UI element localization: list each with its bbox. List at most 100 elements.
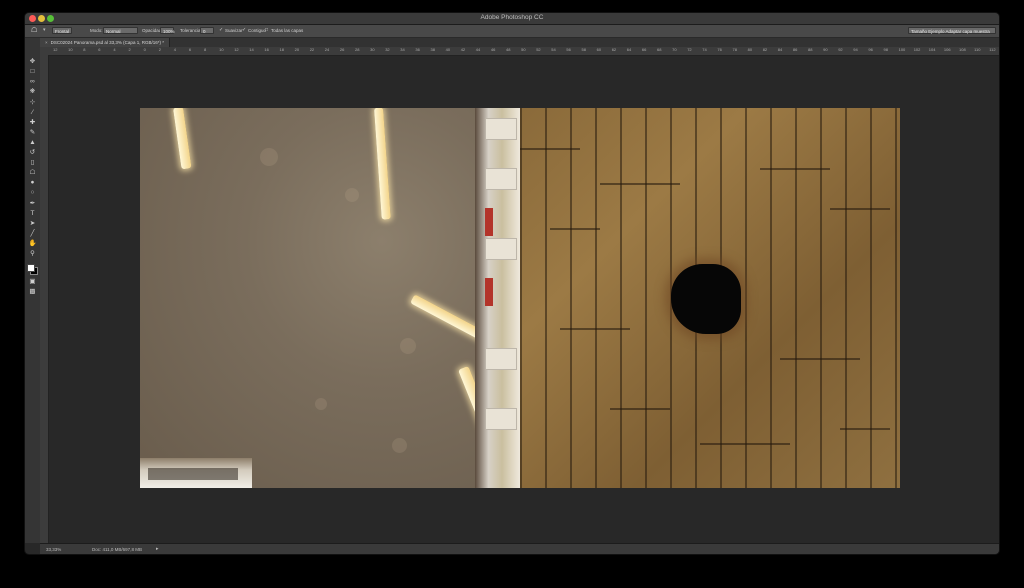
- ruler-corner[interactable]: [40, 47, 49, 55]
- ruler-tick-label: 112: [989, 47, 996, 52]
- history-brush-icon[interactable]: ↺: [28, 149, 37, 157]
- workspace-select[interactable]: Tamaño Ejemplo Adaptar capa muestra: [908, 27, 996, 34]
- ruler-tick-label: 98: [883, 47, 888, 52]
- ruler-tick-label: 46: [490, 47, 496, 52]
- zoom-level[interactable]: 33,33%: [46, 547, 61, 552]
- building-facade: [475, 108, 520, 488]
- facade-window: [485, 238, 517, 260]
- ruler-tick-label: 18: [279, 47, 284, 52]
- ruler-tick-label: 102: [913, 47, 921, 52]
- zoom-icon[interactable]: ⚲: [28, 250, 37, 258]
- ruler-tick-label: 28: [355, 47, 360, 52]
- ruler-tick-label: 8: [204, 47, 207, 52]
- ruler-tick-label: 90: [823, 47, 828, 52]
- ruler-tick-label: 104: [928, 47, 936, 52]
- ruler-tick-label: 30: [370, 47, 375, 52]
- opacity-input[interactable]: 100%: [160, 27, 175, 34]
- plank-seam: [610, 408, 670, 410]
- quick-mask-icon[interactable]: ▣: [28, 278, 37, 286]
- plank-seam: [840, 428, 890, 430]
- contiguo-checkbox[interactable]: ✓: [242, 27, 246, 33]
- pen-icon[interactable]: ✒: [28, 200, 37, 208]
- paint-bucket-icon[interactable]: ☖: [28, 169, 37, 177]
- horizontal-ruler[interactable]: 12 10 8 6 4 2 0 2 4 6 8 10 12 14 16 18 20 22 24 26 28 30 32 34 3…: [49, 47, 999, 56]
- ruler-tick-label: 70: [672, 47, 677, 52]
- blur-icon[interactable]: ●: [28, 179, 37, 187]
- crop-icon[interactable]: ⊹: [28, 99, 37, 107]
- boat-shadow: [148, 468, 238, 480]
- ruler-tick-label: 106: [943, 47, 951, 52]
- ruler-tick-label: 6: [188, 47, 192, 52]
- move-icon[interactable]: ✥: [28, 58, 37, 66]
- ruler-tick-label: 42: [460, 47, 466, 52]
- facade-window: [485, 408, 517, 430]
- todas-capas-checkbox[interactable]: □: [265, 27, 268, 33]
- path-select-icon[interactable]: ➤: [28, 220, 37, 228]
- contiguo-label: Contiguo: [248, 28, 267, 33]
- reflection-area: [140, 108, 485, 488]
- ruler-tick-label: 110: [974, 47, 981, 52]
- document-tab[interactable]: × DSC02024 Panorama.psd al 33,3% (Capa 1,…: [40, 38, 170, 47]
- screen-mode-icon[interactable]: ▩: [28, 288, 37, 296]
- ruler-tick-label: 12: [234, 47, 239, 52]
- shape-icon[interactable]: ╱: [28, 230, 37, 238]
- ruler-tick-label: 72: [687, 47, 692, 52]
- status-menu-arrow-icon[interactable]: ▸: [156, 546, 159, 552]
- quick-select-icon[interactable]: ❋: [28, 88, 37, 96]
- plank-seam: [560, 328, 630, 330]
- lasso-icon[interactable]: ∞: [28, 78, 37, 86]
- black-hole-region: [671, 264, 741, 334]
- ruler-tick-label: 86: [792, 47, 798, 52]
- marquee-icon[interactable]: □: [28, 68, 37, 76]
- eyedropper-icon[interactable]: ⁄: [28, 109, 37, 117]
- dodge-icon[interactable]: ○: [28, 189, 37, 197]
- ruler-tick-label: 44: [475, 47, 481, 52]
- panorama-image[interactable]: [140, 108, 900, 488]
- plank-seam: [830, 208, 890, 210]
- title-bar: Adobe Photoshop CC: [25, 13, 999, 25]
- ruler-tick-label: 54: [551, 47, 556, 52]
- type-icon[interactable]: T: [28, 210, 37, 218]
- healing-icon[interactable]: ✚: [28, 119, 37, 127]
- vertical-ruler[interactable]: [40, 55, 49, 543]
- plank-seam: [520, 148, 580, 150]
- tolerance-input[interactable]: 0: [200, 27, 214, 34]
- ruler-tick-label: 2: [158, 47, 161, 52]
- eraser-icon[interactable]: ▯: [28, 159, 37, 167]
- chevron-down-icon[interactable]: ▾: [43, 27, 46, 33]
- ruler-tick-label: 20: [294, 47, 300, 52]
- fill-source-select[interactable]: Frontal: [52, 27, 72, 34]
- todas-capas-label: Todas las capas: [271, 28, 304, 33]
- ruler-tick-label: 12: [53, 47, 58, 52]
- bokeh-spot: [345, 188, 359, 202]
- ruler-tick-label: 38: [430, 47, 435, 52]
- facade-window: [485, 118, 517, 140]
- tolerance-label: Tolerancia:: [180, 28, 202, 33]
- ruler-tick-label: 48: [506, 47, 511, 52]
- mode-select[interactable]: Normal: [103, 27, 138, 34]
- ruler-tick-label: 60: [596, 47, 602, 52]
- facade-window: [485, 168, 517, 190]
- canvas-area[interactable]: [49, 56, 999, 543]
- ruler-tick-label: 56: [566, 47, 571, 52]
- clone-stamp-icon[interactable]: ▲: [28, 139, 37, 147]
- close-icon[interactable]: ×: [45, 40, 48, 45]
- suavizar-checkbox[interactable]: ✓: [219, 27, 223, 33]
- ruler-tick-label: 78: [732, 47, 737, 52]
- mode-label: Modo:: [90, 28, 103, 33]
- facade-window: [485, 348, 517, 370]
- ruler-tick-label: 16: [264, 47, 269, 52]
- document-size: Doc: 411,0 MB/697,8 MB: [92, 547, 142, 552]
- ruler-tick-label: 24: [324, 47, 330, 52]
- ruler-tick-label: 8: [83, 47, 86, 52]
- ruler-tick-label: 58: [581, 47, 586, 52]
- ruler-tick-label: 52: [536, 47, 541, 52]
- paint-bucket-icon[interactable]: ☖: [31, 27, 40, 35]
- foreground-color-swatch[interactable]: [27, 264, 35, 272]
- ruler-tick-label: 4: [173, 47, 177, 52]
- hand-icon[interactable]: ✋: [28, 240, 37, 248]
- tools-panel: ✥ □ ∞ ❋ ⊹ ⁄ ✚ ✎ ▲ ↺ ▯ ☖ ● ○ ✒ T ➤ ╱ ✋ ⚲ …: [25, 38, 41, 543]
- brush-icon[interactable]: ✎: [28, 129, 37, 137]
- facade-red-panel: [485, 278, 493, 306]
- document-tab-label: DSC02024 Panorama.psd al 33,3% (Capa 1, …: [50, 40, 164, 45]
